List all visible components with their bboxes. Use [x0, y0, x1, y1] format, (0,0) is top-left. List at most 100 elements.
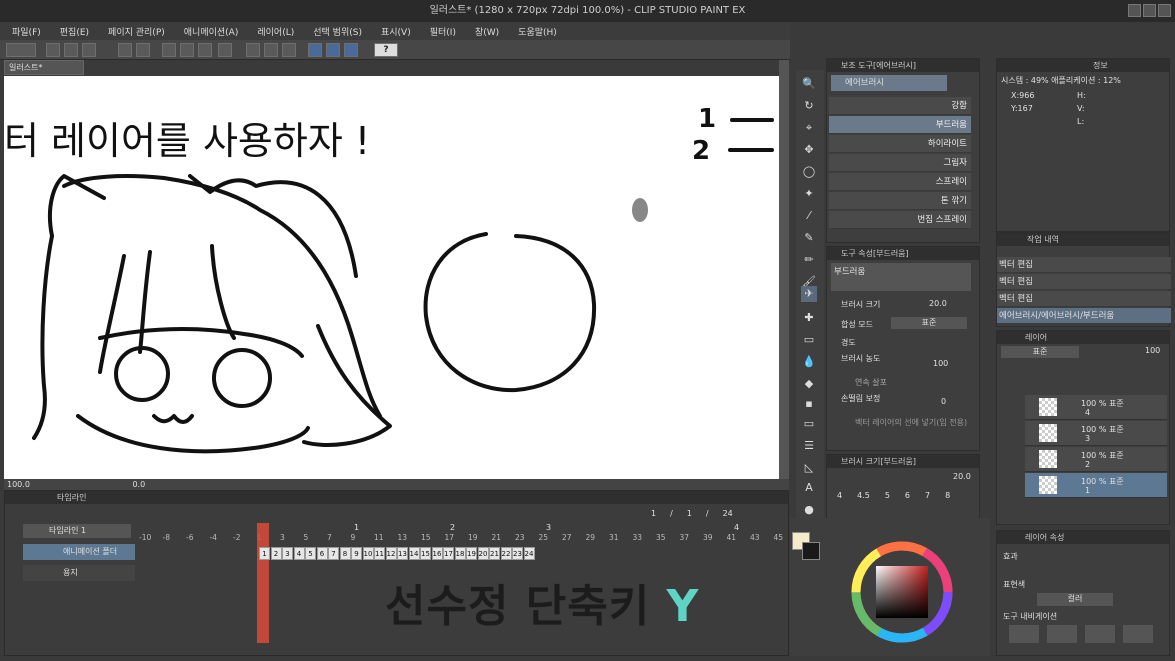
layer-row[interactable]: 100 % 표준 2 — [1025, 447, 1167, 472]
gradient-tool-icon[interactable]: ▪ — [801, 396, 817, 412]
snap-ruler-icon[interactable] — [308, 43, 322, 57]
menu-page[interactable]: 페이지 관리(P) — [108, 25, 165, 38]
timeline-tab[interactable]: 타임라인 — [5, 491, 788, 504]
menu-window[interactable]: 창(W) — [475, 25, 499, 38]
cel-frame[interactable]: 22 — [500, 547, 512, 560]
cel-frame[interactable]: 18 — [454, 547, 466, 560]
text-tool-icon[interactable]: A — [801, 480, 817, 496]
brush-size-value[interactable]: 20.0 — [929, 299, 947, 308]
cel-frame[interactable]: 8 — [339, 547, 351, 560]
track-paper[interactable]: 용지 — [23, 565, 135, 581]
size-preset[interactable]: 7 — [925, 491, 930, 500]
brush-size-panel-value[interactable]: 20.0 — [953, 472, 971, 481]
cel-frame[interactable]: 23 — [512, 547, 523, 560]
brush-item[interactable]: 번짐 스프레이 — [829, 211, 971, 229]
new-file-icon[interactable] — [46, 43, 60, 57]
scale-icon[interactable] — [180, 43, 194, 57]
menu-layer[interactable]: 레이어(L) — [257, 25, 294, 38]
fill-tool-icon[interactable]: ◆ — [801, 376, 817, 392]
nav-button[interactable] — [1123, 625, 1153, 643]
move-tool-icon[interactable]: ↻ — [801, 98, 817, 114]
cel-frame[interactable]: 15 — [420, 547, 431, 560]
cel-frame[interactable]: 16 — [431, 547, 443, 560]
menu-selection[interactable]: 선택 범위(S) — [313, 25, 362, 38]
free-transform-icon[interactable] — [218, 43, 232, 57]
ruler-tool-icon[interactable]: ◺ — [801, 460, 817, 476]
cel-frame[interactable]: 10 — [362, 547, 374, 560]
cel-frame[interactable]: 17 — [443, 547, 454, 560]
layer-row[interactable]: 100 % 표준 3 — [1025, 421, 1167, 446]
size-preset[interactable]: 8 — [945, 491, 950, 500]
pen-tool-icon[interactable]: ✎ — [801, 230, 817, 246]
nav-button[interactable] — [1085, 625, 1115, 643]
pencil-tool-icon[interactable]: ✏ — [801, 252, 817, 268]
layer-opacity-value[interactable]: 100 — [1145, 346, 1160, 355]
brush-item[interactable]: 스프레이 — [829, 173, 971, 191]
snap-point-icon[interactable] — [344, 43, 358, 57]
playhead-marker[interactable] — [257, 523, 269, 643]
layer-move-icon[interactable]: ✥ — [801, 142, 817, 158]
size-preset[interactable]: 5 — [885, 491, 890, 500]
frame-tool-icon[interactable]: ☰ — [801, 438, 817, 454]
brush-item[interactable]: 그림자 — [829, 154, 971, 172]
menu-edit[interactable]: 편집(E) — [60, 25, 89, 38]
canvas-vertical-scrollbar[interactable] — [779, 60, 789, 480]
menu-view[interactable]: 표시(V) — [381, 25, 411, 38]
menu-help[interactable]: 도움말(H) — [518, 25, 557, 38]
select-all-icon[interactable] — [282, 43, 296, 57]
stabilization-value[interactable]: 0 — [941, 397, 946, 406]
canvas-zoom-value[interactable]: 100.0 — [7, 480, 30, 489]
brush-item[interactable]: 톤 깎기 — [829, 192, 971, 210]
history-tab[interactable]: 작업 내역 — [997, 233, 1169, 246]
clear-icon[interactable] — [246, 43, 260, 57]
menu-filter[interactable]: 필터(I) — [430, 25, 456, 38]
cel-frame[interactable]: 24 — [523, 547, 535, 560]
nav-button[interactable] — [1047, 625, 1077, 643]
cel-frame[interactable]: 13 — [397, 547, 408, 560]
cel-frame[interactable]: 19 — [466, 547, 477, 560]
canvas-area[interactable]: 터 레이어를 사용하자 ! 1 2 — [4, 76, 779, 479]
layer-blend-select[interactable]: 표준 — [1001, 346, 1079, 358]
eyedropper-icon[interactable]: ⁄ — [801, 208, 817, 224]
snap-grid-icon[interactable] — [326, 43, 340, 57]
cel-frame[interactable]: 5 — [305, 547, 316, 560]
size-preset[interactable]: 4 — [837, 491, 842, 500]
help-icon[interactable]: ? — [374, 43, 398, 57]
cel-frame[interactable]: 6 — [316, 547, 328, 560]
size-preset[interactable]: 4.5 — [857, 491, 870, 500]
menu-file[interactable]: 파일(F) — [12, 25, 41, 38]
timeline-select[interactable]: 타임라인 1 — [23, 524, 131, 538]
brush-item[interactable]: 강함 — [829, 97, 971, 115]
save-icon[interactable] — [82, 43, 96, 57]
decoration-tool-icon[interactable]: ✚ — [801, 310, 817, 326]
eraser-tool-icon[interactable]: ▭ — [801, 332, 817, 348]
continuous-label[interactable]: 연속 살포 — [855, 377, 887, 388]
redo-icon[interactable] — [136, 43, 150, 57]
size-preset[interactable]: 6 — [905, 491, 910, 500]
operation-tool-icon[interactable]: ⌖ — [801, 120, 817, 136]
close-button[interactable] — [1158, 4, 1171, 17]
minimize-button[interactable] — [1128, 4, 1141, 17]
cel-frame[interactable]: 4 — [293, 547, 305, 560]
cel-frame[interactable]: 21 — [489, 547, 500, 560]
info-tab[interactable]: 정보 — [997, 59, 1169, 72]
cel-frame[interactable]: 3 — [282, 547, 293, 560]
cel-frame[interactable]: 14 — [408, 547, 420, 560]
clip-studio-icon[interactable] — [6, 43, 36, 57]
blend-mode-select[interactable]: 표준 — [891, 317, 967, 329]
figure-tool-icon[interactable]: ▭ — [801, 416, 817, 432]
layer-row-selected[interactable]: 100 % 표준 1 — [1025, 473, 1167, 498]
cel-frame[interactable]: 7 — [328, 547, 339, 560]
maximize-button[interactable] — [1143, 4, 1156, 17]
track-animation-folder[interactable]: 애니메이션 폴더 — [23, 544, 135, 560]
main-color-swatch[interactable] — [802, 542, 820, 560]
history-row-selected[interactable]: 에어브러시/에어브러시/부드러움 — [997, 308, 1171, 324]
brush-item-selected[interactable]: 부드러움 — [829, 116, 971, 134]
selection-tool-icon[interactable]: ◯ — [801, 164, 817, 180]
airbrush-tool-icon[interactable]: ✈ — [801, 286, 817, 302]
canvas-rotation-value[interactable]: 0.0 — [132, 480, 145, 489]
layer-property-tab[interactable]: 레이어 속성 — [997, 531, 1169, 544]
nav-button[interactable] — [1009, 625, 1039, 643]
cel-frame[interactable]: 20 — [477, 547, 489, 560]
blend-tool-icon[interactable]: 💧 — [801, 354, 817, 370]
